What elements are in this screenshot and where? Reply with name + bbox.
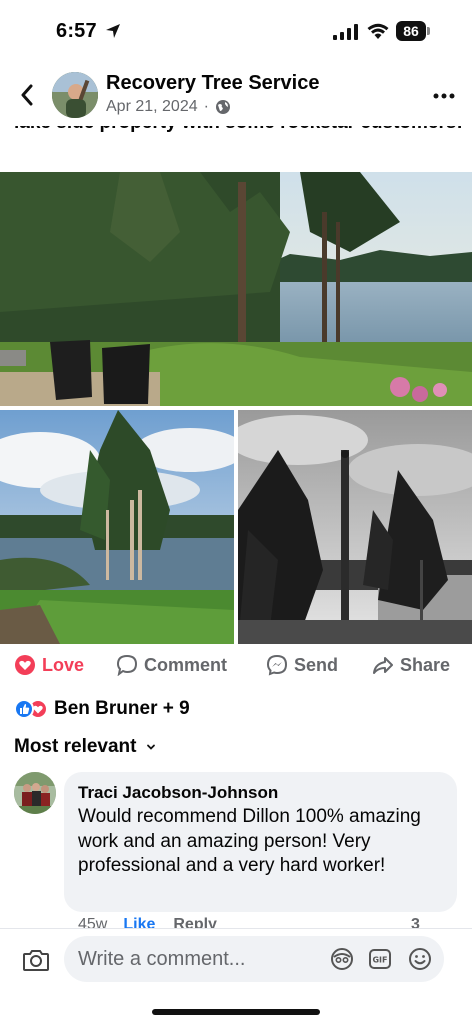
post-caption: lake side property with some rockstar cu… bbox=[14, 126, 464, 135]
wifi-icon bbox=[367, 23, 389, 39]
share-arrow-icon bbox=[373, 657, 393, 674]
tall-trees-photo-image bbox=[0, 410, 234, 644]
post-meta: Apr 21, 2024 · bbox=[106, 98, 231, 116]
comment-composer-bar: GIF bbox=[0, 928, 472, 1023]
battery-cap bbox=[427, 27, 430, 35]
location-arrow-icon bbox=[106, 24, 120, 38]
chevron-left-icon bbox=[21, 84, 33, 106]
page-avatar[interactable] bbox=[52, 72, 98, 118]
home-indicator[interactable] bbox=[152, 1009, 320, 1015]
post-caption-container: lake side property with some rockstar cu… bbox=[14, 126, 464, 164]
more-options-icon[interactable] bbox=[432, 84, 456, 108]
camera-icon[interactable] bbox=[22, 947, 50, 973]
comment-composer: GIF bbox=[64, 936, 444, 982]
comment-bubble-icon bbox=[116, 654, 138, 676]
send-label: Send bbox=[294, 654, 339, 675]
status-bar: 6:57 86 bbox=[0, 0, 472, 62]
meta-separator: · bbox=[203, 98, 209, 115]
comment-author[interactable]: Traci Jacobson-Johnson bbox=[78, 782, 443, 804]
share-button[interactable]: Share bbox=[372, 654, 450, 676]
avatar-sticker-icon[interactable] bbox=[330, 947, 354, 971]
like-reaction-icon bbox=[14, 699, 34, 719]
page-name[interactable]: Recovery Tree Service bbox=[106, 72, 320, 95]
love-label: Love bbox=[42, 654, 85, 675]
post-header: Recovery Tree Service Apr 21, 2024 · bbox=[0, 66, 472, 126]
svg-text:GIF: GIF bbox=[372, 956, 387, 965]
send-button[interactable]: Send bbox=[266, 654, 338, 676]
post-actions: Love Comment Send Share bbox=[0, 650, 472, 686]
lakeside-photo-image bbox=[0, 172, 472, 406]
love-reaction-icon bbox=[15, 655, 35, 675]
comment-button[interactable]: Comment bbox=[116, 654, 227, 676]
comment-sort-label: Most relevant bbox=[14, 736, 137, 757]
comment-bubble[interactable]: Traci Jacobson-Johnson Would recommend D… bbox=[64, 772, 457, 912]
commenter-avatar-image bbox=[14, 772, 56, 814]
messenger-icon bbox=[266, 654, 288, 676]
post-photo-2[interactable] bbox=[0, 410, 234, 644]
status-time: 6:57 bbox=[56, 20, 97, 42]
commenter-avatar[interactable] bbox=[14, 772, 56, 814]
post-photo-1[interactable] bbox=[0, 172, 472, 406]
gif-icon[interactable]: GIF bbox=[368, 947, 392, 971]
comment-input[interactable] bbox=[78, 936, 318, 982]
comment-sort-dropdown[interactable]: Most relevant bbox=[14, 736, 156, 758]
reactions-summary[interactable]: Ben Bruner + 9 bbox=[14, 698, 190, 720]
post-photo-3[interactable] bbox=[238, 410, 472, 644]
page-avatar-image bbox=[52, 72, 98, 118]
back-button[interactable] bbox=[14, 80, 40, 110]
globe-icon bbox=[215, 100, 230, 114]
comment-label: Comment bbox=[144, 654, 228, 675]
emoji-icon[interactable] bbox=[408, 947, 432, 971]
battery-indicator: 86 bbox=[396, 21, 430, 41]
cellular-signal-icon bbox=[333, 24, 358, 40]
love-button[interactable]: Love bbox=[14, 654, 84, 676]
battery-level: 86 bbox=[396, 21, 426, 41]
reactions-text: Ben Bruner + 9 bbox=[54, 698, 190, 719]
comment-text: Would recommend Dillon 100% amazing work… bbox=[78, 806, 421, 876]
climber-photo-image bbox=[238, 410, 472, 644]
share-label: Share bbox=[400, 654, 451, 675]
chevron-down-icon bbox=[147, 744, 156, 750]
post-date[interactable]: Apr 21, 2024 bbox=[106, 98, 198, 116]
